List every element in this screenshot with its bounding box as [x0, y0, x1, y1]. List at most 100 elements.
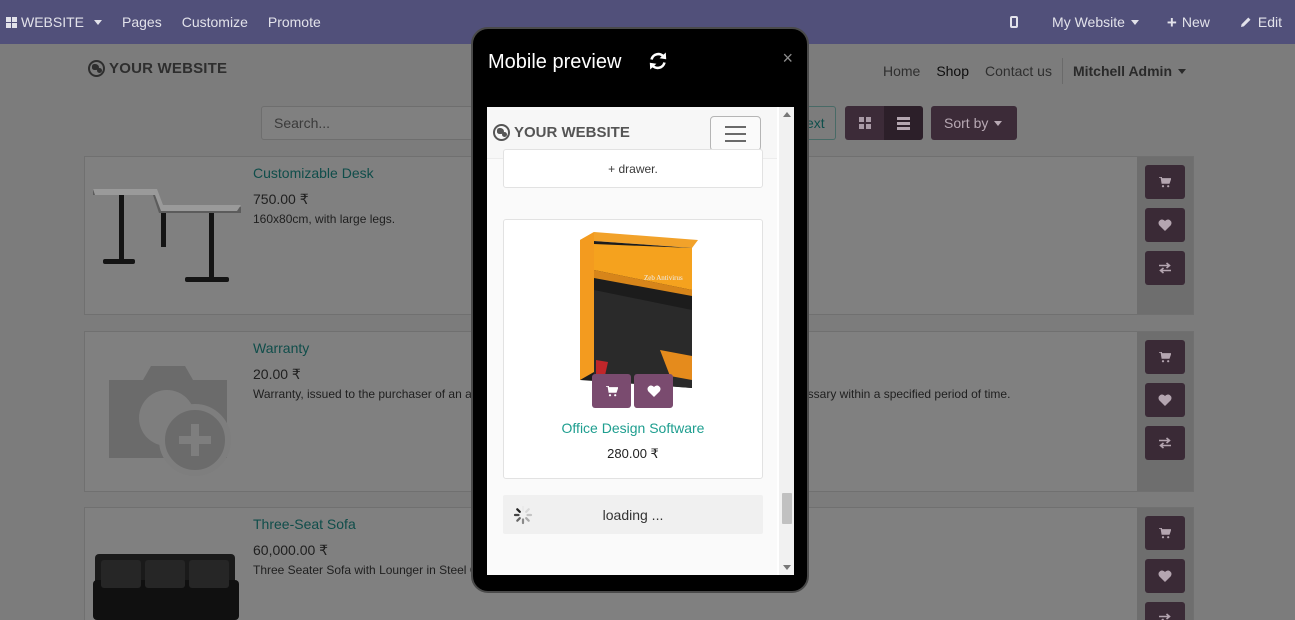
phone-screen: YOUR WEBSITE + drawer. Zeb Antivirus Off… [487, 107, 794, 575]
mobile-preview-button[interactable] [1000, 0, 1042, 44]
heart-icon [1158, 219, 1172, 231]
product-name[interactable]: Customizable Desk [253, 165, 374, 181]
refresh-icon[interactable] [647, 50, 669, 72]
product-price: 750.00 ₹ [253, 191, 309, 207]
product-price: 20.00 ₹ [253, 366, 301, 382]
product-description-left: Warranty, issued to the purchaser of an … [253, 387, 471, 401]
add-to-wishlist-button[interactable] [634, 374, 673, 408]
hamburger-icon [725, 125, 746, 128]
product-price: 280.00 ₹ [607, 446, 659, 461]
add-to-wishlist-button[interactable] [1145, 208, 1185, 242]
caret-down-icon [1130, 19, 1139, 25]
product-actions [1137, 508, 1193, 620]
nav-divider [1061, 58, 1063, 84]
caret-down-icon [1178, 68, 1186, 74]
add-to-cart-button[interactable] [1145, 165, 1185, 199]
caret-down-icon [994, 120, 1003, 126]
product-description: 160x80cm, with large legs. [253, 212, 396, 226]
customize-menu[interactable]: Customize [172, 0, 258, 44]
nav-home[interactable]: Home [875, 63, 928, 79]
placeholder-camera-image [109, 366, 231, 476]
heart-icon [647, 385, 660, 397]
cart-icon [1159, 176, 1171, 187]
apps-grid-icon [6, 16, 17, 28]
website-menu[interactable]: WEBSITE [0, 0, 112, 44]
heart-icon [1158, 570, 1172, 582]
grid-view-button[interactable] [845, 106, 884, 140]
loading-indicator: loading ... [503, 495, 763, 534]
user-menu[interactable]: Mitchell Admin [1065, 63, 1196, 79]
mobile-preview-modal: Mobile preview × YOUR WEBSITE + drawer. [471, 27, 809, 593]
scroll-up-arrow-icon[interactable] [783, 112, 791, 117]
loading-text: loading ... [602, 507, 664, 523]
exchange-icon [1159, 437, 1171, 449]
nav-shop[interactable]: Shop [928, 63, 977, 79]
site-nav: Home Shop Contact us Mitchell Admin [875, 58, 1196, 84]
my-website-menu[interactable]: My Website [1042, 0, 1157, 44]
product-description: Three Seater Sofa with Lounger in Steel … [253, 563, 471, 577]
pencil-icon [1240, 17, 1251, 27]
list-icon [897, 116, 910, 130]
edit-label: Edit [1257, 14, 1282, 30]
cart-icon [605, 385, 618, 396]
product-card: + drawer. [503, 149, 763, 188]
cart-icon [1159, 351, 1171, 362]
add-to-cart-button[interactable] [1145, 340, 1185, 374]
hamburger-menu-button[interactable] [710, 116, 761, 151]
new-button[interactable]: + New [1157, 0, 1230, 44]
close-button[interactable]: × [782, 49, 793, 67]
edit-button[interactable]: Edit [1230, 0, 1295, 44]
website-menu-label: WEBSITE [21, 14, 85, 30]
site-logo-text: YOUR WEBSITE [109, 60, 228, 77]
promote-menu[interactable]: Promote [258, 0, 331, 44]
new-label: New [1181, 14, 1210, 30]
product-card-text: + drawer. [608, 162, 658, 176]
globe-icon [88, 60, 105, 77]
list-view-button[interactable] [884, 106, 923, 140]
add-to-cart-button[interactable] [1145, 516, 1185, 550]
desk-image [93, 189, 241, 282]
compare-button[interactable] [1145, 602, 1185, 620]
search-input[interactable]: Search... [261, 106, 473, 140]
modal-title: Mobile preview [488, 51, 622, 73]
scroll-down-arrow-icon[interactable] [783, 565, 791, 570]
nav-contact[interactable]: Contact us [977, 63, 1060, 79]
sort-by-label: Sort by [944, 115, 989, 131]
caret-down-icon [94, 19, 103, 25]
box-label: Zeb Antivirus [644, 274, 683, 282]
product-card[interactable]: Zeb Antivirus Office Design Software 280… [503, 219, 763, 479]
user-name: Mitchell Admin [1072, 63, 1172, 79]
exchange-icon [1159, 262, 1171, 274]
my-website-label: My Website [1052, 14, 1125, 30]
mobile-phone-icon [1010, 16, 1019, 28]
product-description-right: essary within a specified period of time… [801, 387, 1011, 401]
plus-icon: + [1166, 12, 1177, 32]
cart-icon [1159, 527, 1171, 538]
compare-button[interactable] [1145, 251, 1185, 285]
globe-icon [493, 124, 510, 141]
product-actions [1137, 157, 1193, 314]
mobile-logo[interactable]: YOUR WEBSITE [493, 124, 630, 141]
add-to-wishlist-button[interactable] [1145, 383, 1185, 417]
product-name[interactable]: Warranty [253, 340, 309, 356]
exchange-icon [1159, 613, 1171, 620]
scroll-thumb[interactable] [782, 493, 792, 524]
search-placeholder: Search... [274, 115, 331, 131]
site-logo[interactable]: YOUR WEBSITE [88, 60, 227, 77]
pages-menu[interactable]: Pages [112, 0, 172, 44]
add-to-cart-button[interactable] [592, 374, 631, 408]
sofa-image [93, 554, 239, 620]
product-name[interactable]: Office Design Software [504, 420, 762, 436]
product-actions [1137, 332, 1193, 491]
add-to-wishlist-button[interactable] [1145, 559, 1185, 593]
grid-icon [858, 117, 871, 129]
search-button-tail[interactable]: ext [806, 106, 836, 140]
mobile-scrollbar[interactable] [779, 107, 794, 575]
heart-icon [1158, 394, 1172, 406]
compare-button[interactable] [1145, 426, 1185, 460]
sort-by-button[interactable]: Sort by [931, 106, 1017, 140]
mobile-product-list: + drawer. Zeb Antivirus Office Design So… [487, 149, 777, 575]
mobile-logo-text: YOUR WEBSITE [514, 124, 630, 141]
product-name[interactable]: Three-Seat Sofa [253, 516, 356, 532]
view-toggle [845, 106, 923, 140]
